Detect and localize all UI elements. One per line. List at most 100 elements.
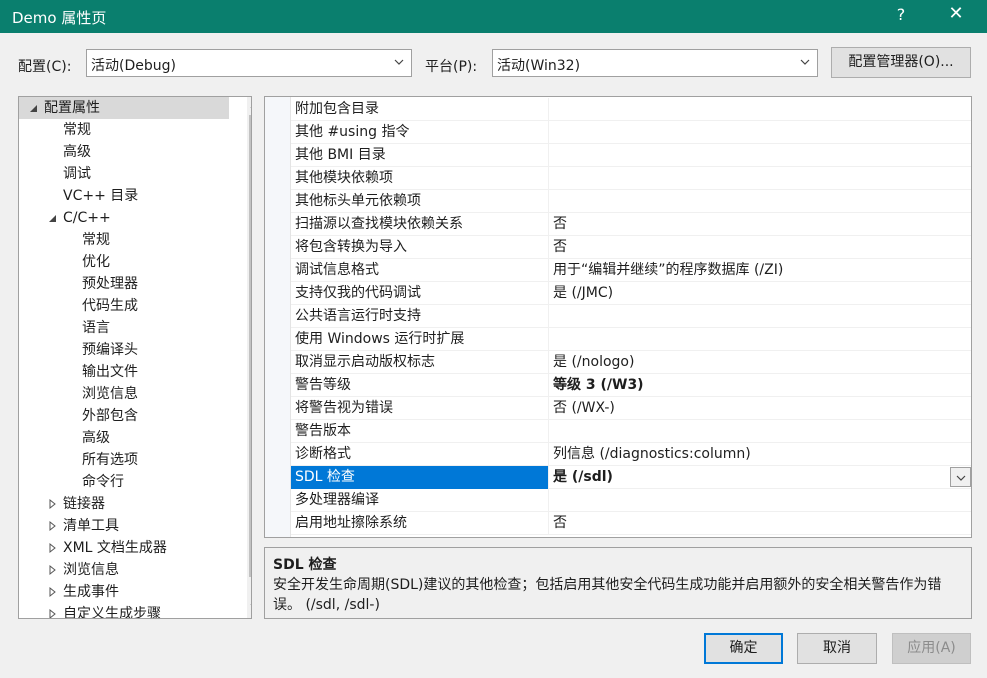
property-name[interactable]: 多处理器编译 xyxy=(291,489,549,512)
property-name[interactable]: 调试信息格式 xyxy=(291,259,549,282)
tree-item[interactable]: 优化 xyxy=(19,251,219,273)
property-row[interactable]: 将包含转换为导入否 xyxy=(291,236,971,259)
tree-item[interactable]: 外部包含 xyxy=(19,405,219,427)
property-name[interactable]: 支持仅我的代码调试 xyxy=(291,282,549,305)
property-grid[interactable]: 附加包含目录 其他 #using 指令 其他 BMI 目录 其他模块依赖项 其他标头单元… xyxy=(264,96,972,538)
property-row[interactable]: 调试信息格式 用于“编辑并继续”的程序数据库 (/ZI) xyxy=(291,259,971,282)
property-value[interactable]: 是 (/sdl) xyxy=(549,466,969,489)
property-row[interactable]: 公共语言运行时支持 xyxy=(291,305,971,328)
tree-scrollbar[interactable] xyxy=(247,97,252,618)
property-value[interactable]: 是 (/nologo) xyxy=(549,351,969,374)
property-row[interactable]: 支持仅我的代码调试是 (/JMC) xyxy=(291,282,971,305)
tree-item[interactable]: 常规 xyxy=(19,119,219,141)
scrollbar-thumb[interactable] xyxy=(249,115,251,577)
property-name[interactable]: 启用地址擦除系统 xyxy=(291,512,549,535)
tree-item[interactable]: 代码生成 xyxy=(19,295,219,317)
property-name[interactable]: 取消显示启动版权标志 xyxy=(291,351,549,374)
property-row[interactable]: 多处理器编译 xyxy=(291,489,971,512)
property-value[interactable] xyxy=(549,144,969,167)
property-value[interactable]: 否 (/WX-) xyxy=(549,397,969,420)
collapsed-triangle-icon[interactable] xyxy=(48,559,58,581)
tree-item[interactable]: 生成事件 xyxy=(19,581,219,603)
tree-item[interactable]: 预处理器 xyxy=(19,273,219,295)
property-row[interactable]: 附加包含目录 xyxy=(291,98,971,121)
property-row[interactable]: 扫描源以查找模块依赖关系否 xyxy=(291,213,971,236)
property-value[interactable]: 列信息 (/diagnostics:column) xyxy=(549,443,969,466)
ok-button[interactable]: 确定 xyxy=(704,633,783,664)
property-row[interactable]: 其他 #using 指令 xyxy=(291,121,971,144)
property-row[interactable]: 其他 BMI 目录 xyxy=(291,144,971,167)
collapsed-triangle-icon[interactable] xyxy=(48,493,58,515)
property-row[interactable]: SDL 检查是 (/sdl) xyxy=(291,466,971,489)
configuration-manager-button[interactable]: 配置管理器(O)... xyxy=(831,47,971,78)
tree-item[interactable]: 所有选项 xyxy=(19,449,219,471)
property-value[interactable] xyxy=(549,98,969,121)
property-row[interactable]: 将警告视为错误否 (/WX-) xyxy=(291,397,971,420)
property-name[interactable]: 公共语言运行时支持 xyxy=(291,305,549,328)
property-row[interactable]: 取消显示启动版权标志是 (/nologo) xyxy=(291,351,971,374)
property-name[interactable]: 诊断格式 xyxy=(291,443,549,466)
property-value[interactable] xyxy=(549,167,969,190)
property-row[interactable]: 其他模块依赖项 xyxy=(291,167,971,190)
scroll-down-icon[interactable] xyxy=(250,601,252,611)
tree-item[interactable]: 调试 xyxy=(19,163,219,185)
property-name[interactable]: SDL 检查 xyxy=(291,466,549,489)
tree-item[interactable]: 清单工具 xyxy=(19,515,219,537)
property-name[interactable]: 其他 BMI 目录 xyxy=(291,144,549,167)
apply-button[interactable]: 应用(A) xyxy=(892,633,971,664)
tree-item[interactable]: 链接器 xyxy=(19,493,219,515)
property-row[interactable]: 警告版本 xyxy=(291,420,971,443)
property-row[interactable]: 启用地址擦除系统否 xyxy=(291,512,971,535)
tree-item[interactable]: 高级 xyxy=(19,427,219,449)
close-button[interactable]: ✕ xyxy=(944,3,968,24)
property-value[interactable]: 用于“编辑并继续”的程序数据库 (/ZI) xyxy=(549,259,969,282)
tree-item[interactable]: 输出文件 xyxy=(19,361,219,383)
tree-item[interactable]: 常规 xyxy=(19,229,219,251)
scroll-up-icon[interactable] xyxy=(250,101,252,111)
property-tree[interactable]: 配置属性 常规 高级 调试 VC++ 目录 C/C++ 常规 优化 预处理器 代码生成 语言 预编译头… xyxy=(18,96,252,619)
collapsed-triangle-icon[interactable] xyxy=(48,581,58,603)
tree-item[interactable]: 自定义生成步骤 xyxy=(19,603,219,619)
tree-item[interactable]: 命令行 xyxy=(19,471,219,493)
property-value[interactable] xyxy=(549,420,969,443)
property-value[interactable]: 是 (/JMC) xyxy=(549,282,969,305)
tree-item[interactable]: 浏览信息 xyxy=(19,383,219,405)
tree-item[interactable]: XML 文档生成器 xyxy=(19,537,219,559)
property-row[interactable]: 警告等级 等级 3 (/W3) xyxy=(291,374,971,397)
tree-item[interactable]: C/C++ xyxy=(19,207,219,229)
platform-combobox[interactable]: 活动(Win32) xyxy=(492,49,818,77)
property-name[interactable]: 警告等级 xyxy=(291,374,549,397)
property-name[interactable]: 使用 Windows 运行时扩展 xyxy=(291,328,549,351)
tree-item[interactable]: 高级 xyxy=(19,141,219,163)
property-name[interactable]: 附加包含目录 xyxy=(291,98,549,121)
collapsed-triangle-icon[interactable] xyxy=(48,603,58,619)
value-dropdown-button[interactable] xyxy=(950,467,971,487)
property-row[interactable]: 诊断格式 列信息 (/diagnostics:column) xyxy=(291,443,971,466)
tree-item[interactable]: 配置属性 xyxy=(19,97,229,119)
property-value[interactable]: 否 xyxy=(549,236,969,259)
collapsed-triangle-icon[interactable] xyxy=(48,515,58,537)
property-row[interactable]: 其他标头单元依赖项 xyxy=(291,190,971,213)
property-value[interactable] xyxy=(549,190,969,213)
property-row[interactable]: 使用 Windows 运行时扩展 xyxy=(291,328,971,351)
expanded-triangle-icon[interactable] xyxy=(29,97,39,119)
property-name[interactable]: 警告版本 xyxy=(291,420,549,443)
property-value[interactable]: 等级 3 (/W3) xyxy=(549,374,969,397)
cancel-button[interactable]: 取消 xyxy=(797,633,877,664)
property-name[interactable]: 其他标头单元依赖项 xyxy=(291,190,549,213)
property-value[interactable] xyxy=(549,489,969,512)
property-name[interactable]: 将包含转换为导入 xyxy=(291,236,549,259)
property-name[interactable]: 将警告视为错误 xyxy=(291,397,549,420)
property-value[interactable]: 否 xyxy=(549,512,969,535)
property-value[interactable] xyxy=(549,328,969,351)
tree-item[interactable]: 预编译头 xyxy=(19,339,219,361)
property-name[interactable]: 其他 #using 指令 xyxy=(291,121,549,144)
collapsed-triangle-icon[interactable] xyxy=(48,537,58,559)
tree-item[interactable]: 语言 xyxy=(19,317,219,339)
expanded-triangle-icon[interactable] xyxy=(48,207,58,229)
config-combobox[interactable]: 活动(Debug) xyxy=(86,49,412,77)
property-value[interactable] xyxy=(549,305,969,328)
property-value[interactable] xyxy=(549,121,969,144)
property-value[interactable]: 否 xyxy=(549,213,969,236)
tree-item[interactable]: 浏览信息 xyxy=(19,559,219,581)
